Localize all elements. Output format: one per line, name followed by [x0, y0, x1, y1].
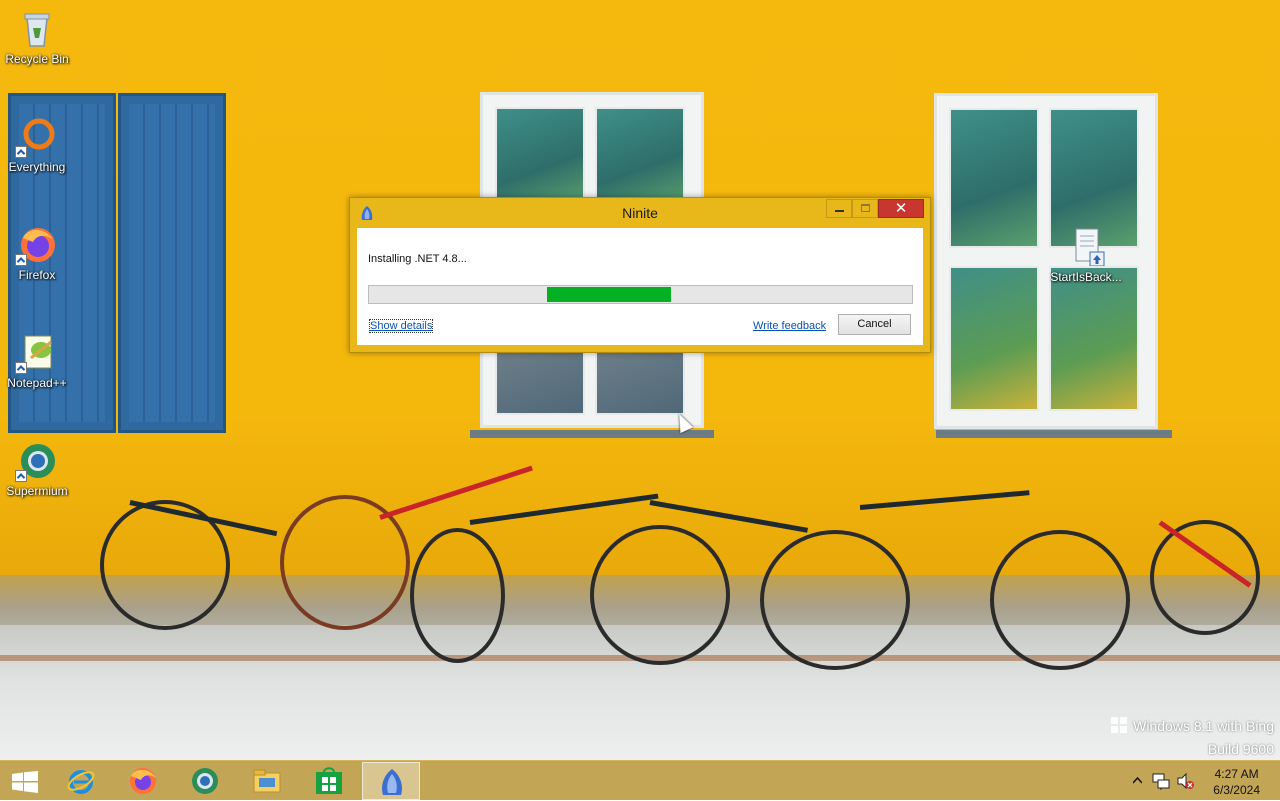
- install-status-text: Installing .NET 4.8...: [368, 253, 467, 265]
- bicycle-wheel: [410, 528, 505, 663]
- dialog-client-area: Installing .NET 4.8... Show details Writ…: [357, 228, 923, 345]
- firefox-icon: [15, 224, 57, 266]
- install-progress-bar: [368, 285, 913, 304]
- bicycle-frame: [379, 465, 533, 520]
- notepad-plus-plus-icon: [15, 332, 57, 374]
- desktop-icon-supermium[interactable]: Supermium: [0, 440, 74, 498]
- desktop-wallpaper: [0, 0, 1280, 760]
- cancel-button[interactable]: Cancel: [838, 314, 911, 335]
- clock-date: 6/3/2024: [1213, 783, 1260, 797]
- firefox-icon: [130, 768, 156, 794]
- shortcut-arrow-icon: [15, 254, 27, 266]
- windows-watermark-edition: Windows 8.1 with Bing: [1111, 717, 1274, 734]
- desktop-icon-label: Supermium: [6, 484, 68, 498]
- shortcut-arrow-icon: [15, 362, 27, 374]
- clock-time: 4:27 AM: [1214, 767, 1259, 781]
- desktop-icon-label: Notepad++: [7, 376, 67, 390]
- taskbar-file-explorer[interactable]: [238, 762, 296, 800]
- windows-logo-icon: [1111, 717, 1128, 733]
- wallpaper-window-right: [934, 93, 1158, 429]
- bicycle-wheel: [760, 530, 910, 670]
- desktop-icon-startisback[interactable]: StartIsBack...: [1049, 226, 1123, 284]
- bicycle-frame: [859, 490, 1030, 510]
- everything-icon: [15, 116, 57, 158]
- taskbar-supermium[interactable]: [176, 762, 234, 800]
- maximize-button[interactable]: [852, 199, 878, 218]
- wallpaper-ledge: [936, 430, 1172, 438]
- taskbar-firefox[interactable]: [114, 762, 172, 800]
- installer-file-icon: [1066, 226, 1106, 267]
- start-button[interactable]: [0, 762, 50, 800]
- volume-muted-icon[interactable]: [1176, 772, 1194, 790]
- write-feedback-link[interactable]: Write feedback: [753, 320, 826, 332]
- taskbar: 4:27 AM 6/3/2024: [0, 760, 1280, 800]
- shortcut-arrow-icon: [15, 146, 27, 158]
- close-icon: ✕: [894, 200, 908, 217]
- desktop-icon-notepad-plus-plus[interactable]: Notepad++: [0, 332, 74, 390]
- taskbar-clock[interactable]: 4:27 AM 6/3/2024: [1213, 766, 1260, 798]
- bicycle-wheel: [590, 525, 730, 665]
- windows-watermark-build: Build 9600: [1207, 741, 1274, 757]
- taskbar-store[interactable]: [300, 762, 358, 800]
- show-details-link[interactable]: Show details: [368, 319, 434, 333]
- desktop-icon-label: Everything: [8, 160, 66, 174]
- taskbar-internet-explorer[interactable]: [52, 762, 110, 800]
- store-icon: [316, 767, 342, 794]
- internet-explorer-icon: [67, 770, 95, 794]
- watermark-edition-text: Windows 8.1 with Bing: [1133, 718, 1274, 734]
- windows-start-icon: [12, 771, 38, 793]
- file-explorer-icon: [253, 769, 281, 793]
- dialog-title-bar[interactable]: Ninite ✕: [350, 198, 930, 228]
- supermium-icon: [192, 768, 218, 794]
- bicycle-frame: [469, 493, 659, 525]
- bicycle-wheel: [990, 530, 1130, 670]
- shortcut-arrow-icon: [15, 470, 27, 482]
- desktop-icon-label: StartIsBack...: [1050, 270, 1122, 284]
- desktop-icon-firefox[interactable]: Firefox: [0, 224, 74, 282]
- wallpaper-shutter-right: [118, 93, 226, 433]
- close-button[interactable]: ✕: [878, 199, 924, 218]
- ninite-dialog: Ninite ✕ Installing .NET 4.8... Show det…: [349, 197, 931, 353]
- desktop-icon-recycle-bin[interactable]: Recycle Bin: [0, 8, 74, 66]
- network-icon[interactable]: [1152, 772, 1170, 790]
- desktop-icon-label: Recycle Bin: [5, 52, 69, 66]
- wallpaper-ledge: [470, 430, 714, 438]
- progress-bar-fill: [547, 287, 671, 302]
- desktop-icon-label: Firefox: [18, 268, 56, 282]
- ninite-icon: [382, 769, 402, 795]
- desktop-icon-everything[interactable]: Everything: [0, 116, 74, 174]
- show-hidden-icons-icon[interactable]: [1133, 777, 1142, 784]
- supermium-icon: [15, 440, 57, 482]
- minimize-button[interactable]: [826, 199, 852, 218]
- taskbar-ninite[interactable]: [362, 762, 420, 800]
- recycle-bin-icon: [17, 8, 57, 48]
